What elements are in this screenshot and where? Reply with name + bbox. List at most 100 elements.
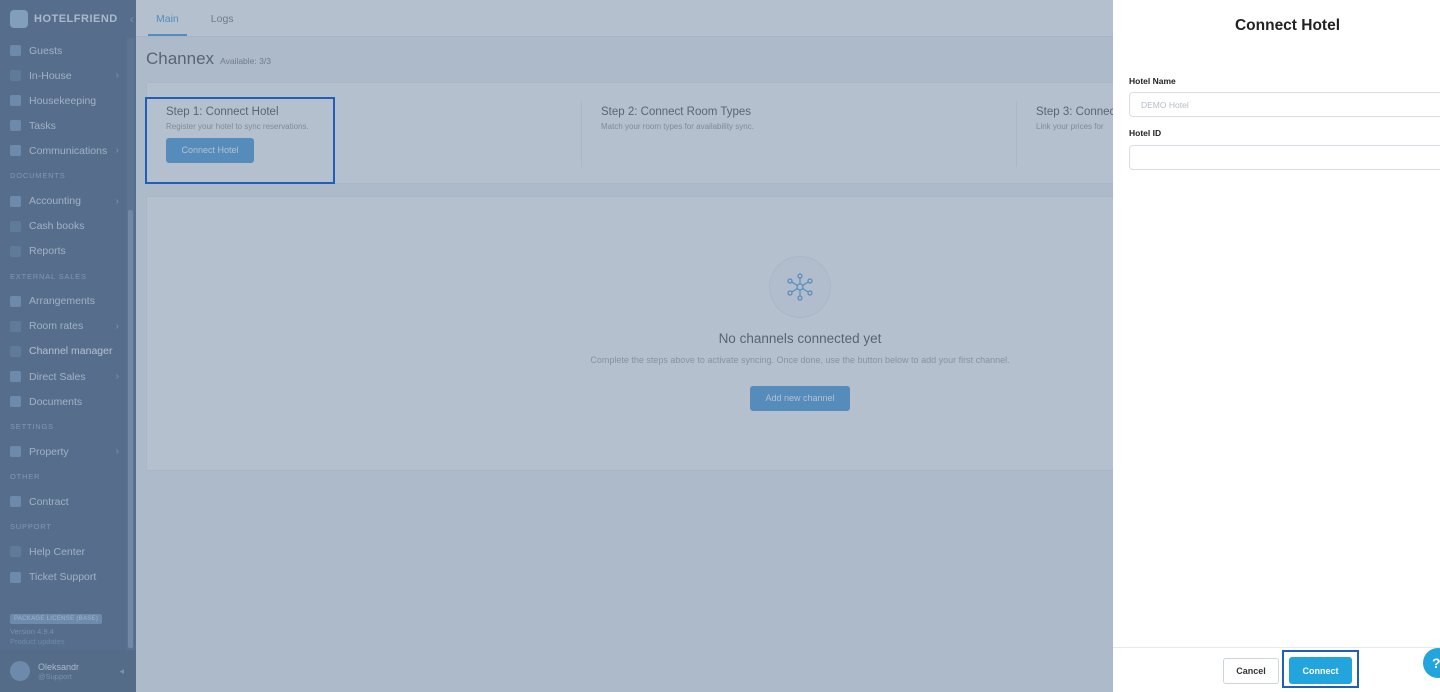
page-title: Channex [146, 49, 215, 68]
add-new-channel-button[interactable]: Add new channel [750, 386, 850, 411]
sidebar-item-label: Direct Sales [29, 370, 86, 383]
sidebar-item-label: Help Center [29, 545, 86, 558]
sidebar-item-cash-books[interactable]: Cash books [0, 214, 127, 239]
sidebar-item-reports[interactable]: Reports [0, 239, 127, 264]
sidebar-scrollbar[interactable] [127, 38, 134, 650]
step-title: Step 2: Connect Room Types [601, 106, 752, 118]
brand-header: HOTELFRIEND ‹ [0, 0, 136, 38]
chevron-right-icon: › [115, 145, 119, 157]
step-description: Link your prices for [1036, 122, 1104, 131]
chevron-right-icon: › [115, 371, 119, 383]
highlight-step-1 [145, 97, 335, 184]
user-profile[interactable]: Oleksandr @Support ◂ [0, 650, 136, 692]
section-support: SUPPORT [10, 522, 52, 532]
message-icon [10, 145, 21, 157]
collapse-sidebar-icon[interactable]: ‹ [130, 12, 134, 26]
sidebar-item-communications[interactable]: Communications › [0, 138, 127, 163]
hotel-id-input[interactable] [1129, 145, 1440, 170]
sidebar-item-property[interactable]: Property › [0, 439, 127, 464]
sidebar: HOTELFRIEND ‹ Guests In-House › Housekeep… [0, 0, 136, 692]
chevron-right-icon: › [115, 446, 119, 458]
clock-icon [10, 245, 21, 257]
user-name: Oleksandr [38, 661, 80, 672]
sidebar-item-in-house[interactable]: In-House › [0, 63, 127, 88]
sidebar-item-contract[interactable]: Contract [0, 489, 127, 514]
sidebar-item-arrangements[interactable]: Arrangements [0, 289, 127, 314]
store-icon [10, 371, 21, 383]
step-description: Match your room types for availability s… [601, 122, 754, 131]
sidebar-item-label: Contract [29, 495, 69, 508]
sidebar-item-help-center[interactable]: Help Center [0, 539, 127, 564]
step-title: Step 3: Connec [1036, 106, 1116, 118]
sidebar-footer-info: PACKAGE LICENSE (BASE) Version 4.9.4 Pro… [10, 609, 103, 646]
chevron-right-icon: › [115, 195, 119, 207]
sidebar-item-label: Documents [29, 395, 83, 408]
user-info: Oleksandr @Support [38, 662, 79, 681]
scrollbar-thumb[interactable] [128, 210, 133, 648]
tab-logs[interactable]: Logs [203, 13, 242, 36]
sidebar-item-label: Communications [29, 144, 108, 157]
channels-empty-state: No channels connected yet Complete the s… [146, 196, 1121, 471]
sidebar-item-label: Channel manager [29, 345, 113, 358]
cancel-button[interactable]: Cancel [1223, 658, 1279, 684]
sidebar-item-housekeeping[interactable]: Housekeeping [0, 88, 127, 113]
drawer-footer: Cancel Connect [1113, 647, 1440, 692]
chevron-right-icon: › [115, 320, 119, 332]
sidebar-item-tasks[interactable]: Tasks [0, 113, 127, 138]
connect-hotel-drawer: Connect Hotel Hotel Name Hotel ID Cancel… [1113, 0, 1440, 692]
document-icon [10, 496, 21, 508]
page-header: Channex Available: 3/3 [146, 49, 271, 69]
hotelfriend-logo-icon [10, 10, 28, 28]
sidebar-item-accounting[interactable]: Accounting › [0, 188, 127, 213]
tab-main[interactable]: Main [148, 13, 187, 36]
section-documents: DOCUMENTS [10, 171, 66, 181]
sidebar-item-label: Housekeeping [29, 94, 97, 107]
sidebar-item-label: Property [29, 445, 69, 458]
sidebar-item-channel-manager[interactable]: Channel manager [0, 339, 127, 364]
bed-icon [10, 70, 21, 82]
sidebar-item-documents[interactable]: Documents [0, 389, 127, 414]
availability-text: Available: 3/3 [220, 56, 271, 66]
book-icon [10, 220, 21, 232]
ticket-icon [10, 571, 21, 583]
tab-bar: Main Logs [136, 0, 1113, 37]
network-hub-icon-svg [787, 273, 813, 301]
drawer-title: Connect Hotel [1234, 17, 1341, 34]
chart-icon [10, 195, 21, 207]
highlight-connect-button [1282, 650, 1359, 688]
sidebar-item-label: Tasks [29, 119, 56, 132]
sidebar-item-ticket-support[interactable]: Ticket Support [0, 565, 127, 590]
hotel-name-input[interactable] [1129, 92, 1440, 117]
folder-icon [10, 396, 21, 408]
section-external-sales: EXTERNAL SALES [10, 271, 87, 281]
product-updates-link[interactable]: Product updates [10, 637, 102, 646]
version-text: Version 4.9.4 [10, 627, 54, 636]
sidebar-item-label: Ticket Support [29, 571, 97, 584]
collapse-arrow-icon[interactable]: ◂ [119, 666, 124, 677]
sidebar-item-direct-sales[interactable]: Direct Sales › [0, 364, 127, 389]
brand-name: HOTELFRIEND [34, 13, 118, 25]
avatar [10, 661, 30, 681]
sidebar-item-label: Accounting [29, 195, 81, 208]
sidebar-item-room-rates[interactable]: Room rates › [0, 314, 127, 339]
tag-icon [10, 295, 21, 307]
chevron-right-icon: › [115, 70, 119, 82]
sidebar-item-label: Arrangements [29, 295, 95, 308]
broom-icon [10, 95, 21, 107]
step-connect-rates: Step 3: Connec Link your prices for [1036, 106, 1115, 131]
graph-icon [10, 320, 21, 332]
sidebar-item-label: Cash books [29, 220, 85, 233]
step-connect-room-types: Step 2: Connect Room Types Match your ro… [601, 106, 754, 131]
step-divider [581, 101, 582, 167]
hotel-id-label: Hotel ID [1129, 128, 1162, 138]
sidebar-item-guests[interactable]: Guests [0, 38, 127, 63]
tools-icon [10, 120, 21, 132]
hotel-name-label: Hotel Name [1129, 76, 1176, 86]
network-hub-icon [769, 256, 831, 318]
section-other: OTHER [10, 472, 41, 482]
section-settings: SETTINGS [10, 422, 54, 432]
gear-icon [10, 446, 21, 458]
link-icon [10, 546, 21, 558]
sidebar-item-label: Room rates [29, 320, 84, 333]
step-divider [1016, 101, 1017, 167]
